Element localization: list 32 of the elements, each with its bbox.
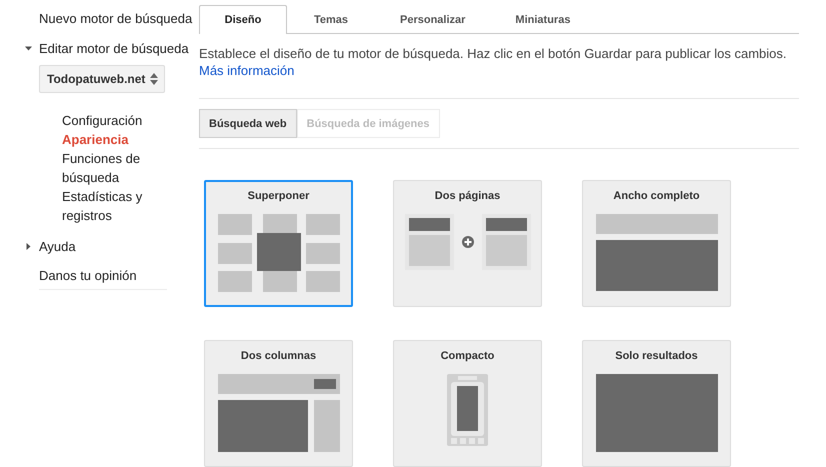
layout-title: Solo resultados [615, 350, 698, 362]
description-text: Establece el diseño de tu motor de búsqueda. Haz clic en el botón Guardar para publicar los cambios. Más información [199, 45, 788, 79]
layout-title: Compacto [440, 350, 494, 362]
layout-card[interactable]: Ancho completo [582, 180, 731, 307]
layout-title: Dos páginas [434, 190, 500, 202]
sidebar-link[interactable]: Ayuda [39, 238, 76, 254]
layout-title: Superponer [248, 190, 310, 202]
phone-drawing [447, 374, 488, 446]
layout-title: Ancho completo [613, 190, 700, 202]
sidebar-subitem[interactable]: Estadísticas y registros [62, 187, 162, 225]
up-down-arrows-icon [150, 73, 158, 85]
sidebar-subitem[interactable]: Apariencia [62, 130, 162, 149]
expanded-arrow-icon[interactable] [25, 44, 32, 52]
tab[interactable]: Miniaturas [490, 5, 596, 34]
sidebar-link[interactable]: Nuevo motor de búsqueda [39, 10, 192, 26]
tab[interactable]: Diseño [199, 5, 287, 34]
more-info-link[interactable]: Más información [199, 63, 294, 78]
layout-card[interactable]: Superponer [204, 180, 353, 307]
collapsed-arrow-icon[interactable] [25, 242, 32, 250]
layout-card[interactable]: Dos columnas [204, 340, 353, 467]
site-select[interactable]: Todopatuweb.net [39, 65, 165, 93]
sidebar-link[interactable]: Editar motor de búsqueda [39, 40, 189, 56]
layout-card[interactable]: Dos páginas [393, 180, 542, 307]
layout-card[interactable]: Compacto [393, 340, 542, 467]
sidebar-link[interactable]: Danos tu opinión [39, 268, 137, 282]
search-type-button[interactable]: Búsqueda web [199, 109, 297, 138]
sidebar-subitem[interactable]: Funciones de búsqueda [62, 149, 162, 187]
layout-title: Dos columnas [240, 350, 316, 362]
tab[interactable]: Personalizar [375, 5, 490, 34]
tab[interactable]: Temas [287, 5, 375, 34]
sidebar-subitem[interactable]: Configuración [62, 111, 162, 130]
layout-card[interactable]: Solo resultados [582, 340, 731, 467]
